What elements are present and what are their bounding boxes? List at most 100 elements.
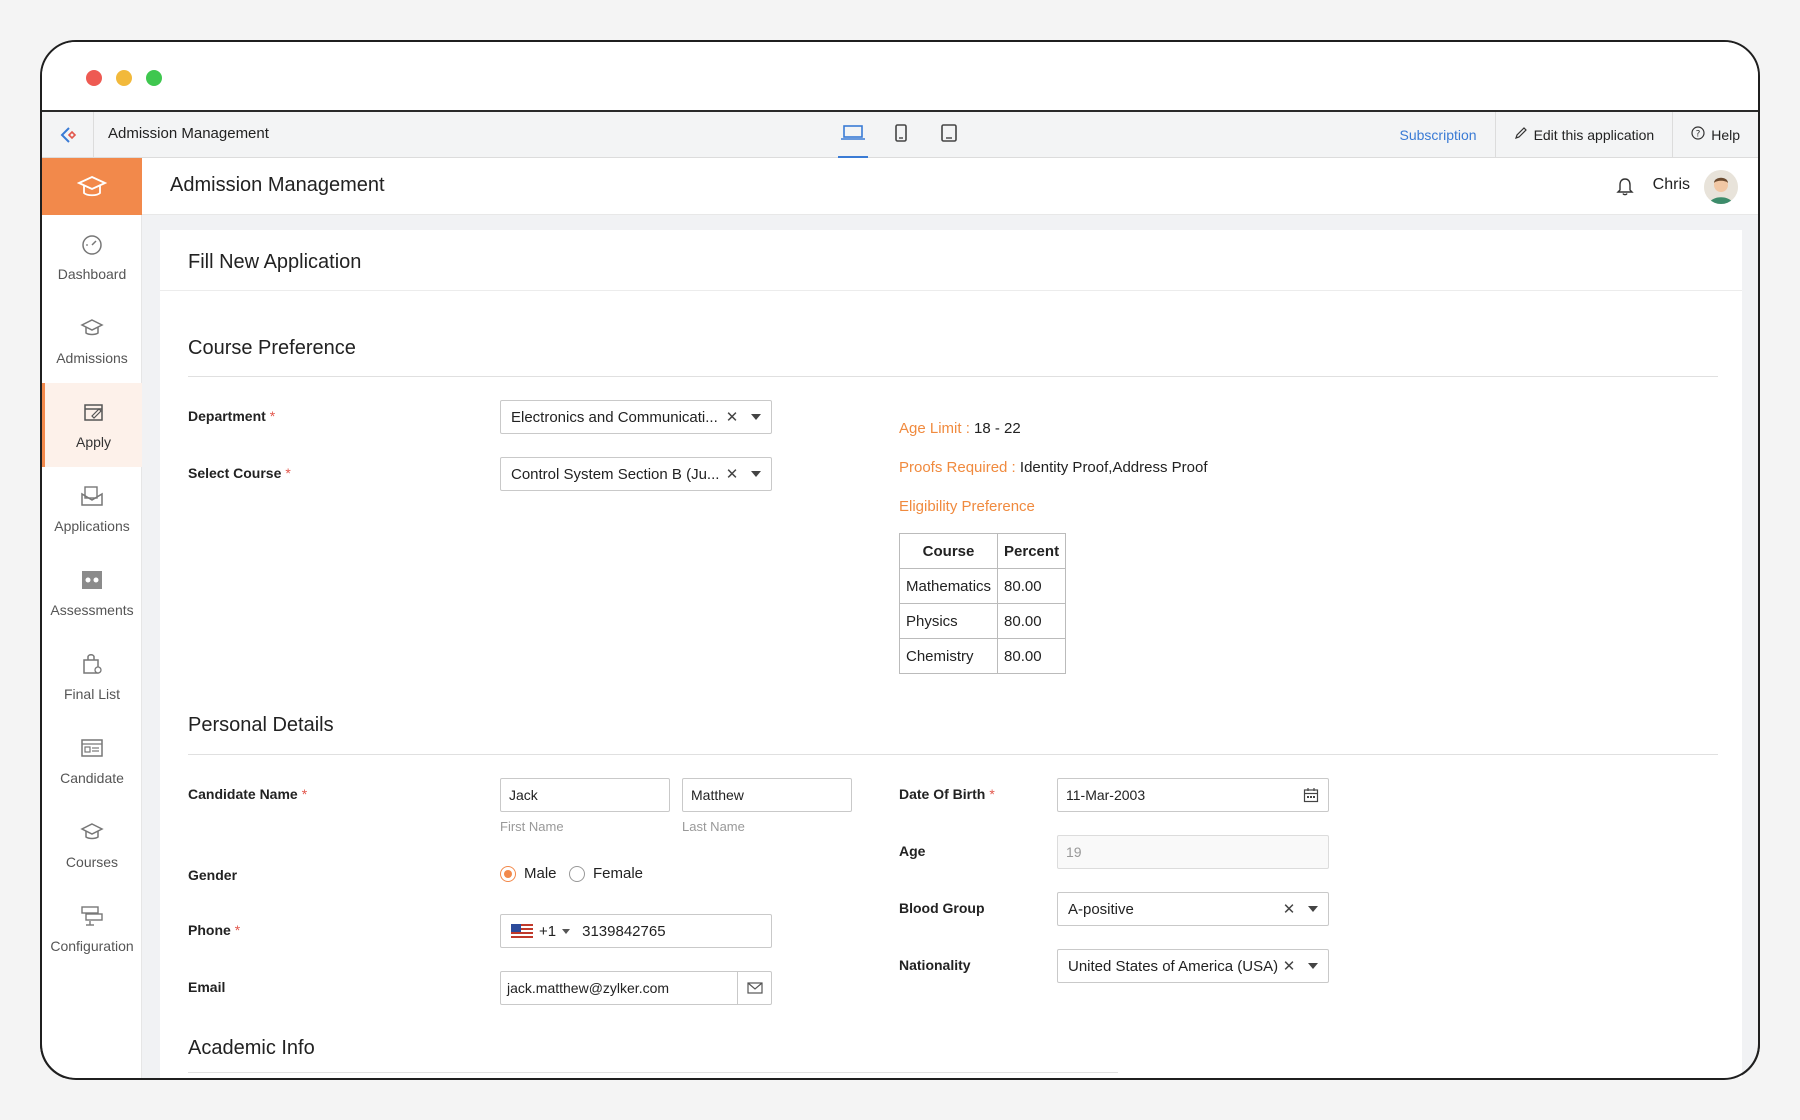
edit-application-button[interactable]: Edit this application: [1494, 112, 1673, 157]
table-header: Course: [898, 533, 999, 569]
help-button[interactable]: ? Help: [1672, 112, 1758, 157]
sidebar-item-applications[interactable]: Applications: [42, 467, 142, 551]
candidate-name-label: Candidate Name *: [188, 786, 308, 802]
table-row: Physics 80.00: [898, 603, 1067, 639]
app-title: Admission Management: [108, 125, 269, 142]
help-label: Help: [1711, 126, 1740, 143]
radio-selected-icon: [500, 865, 516, 882]
course-select[interactable]: Control System Section B (Ju... ✕: [500, 457, 772, 491]
last-name-hint: Last Name: [682, 819, 745, 834]
close-window-dot[interactable]: [86, 70, 102, 86]
gender-male-radio[interactable]: Male: [500, 865, 557, 882]
subscription-link[interactable]: Subscription: [1382, 112, 1495, 157]
clear-icon[interactable]: ✕: [723, 465, 741, 483]
sidebar-item-label: Candidate: [60, 769, 124, 786]
dashboard-icon: [80, 233, 104, 258]
user-name[interactable]: Chris: [1653, 176, 1690, 194]
apply-form-icon: [82, 401, 106, 426]
mobile-view-icon[interactable]: [886, 120, 916, 158]
bell-icon[interactable]: [1616, 176, 1634, 201]
clear-icon[interactable]: ✕: [1280, 957, 1298, 975]
calendar-icon[interactable]: [1294, 787, 1328, 803]
sidebar-item-label: Final List: [63, 685, 121, 702]
proofs-value: Identity Proof,Address Proof: [1019, 459, 1208, 476]
envelope-icon: [80, 485, 104, 510]
nationality-select[interactable]: United States of America (USA) ✕: [1057, 949, 1329, 983]
sidebar-item-label: Assessments: [50, 601, 134, 618]
email-field[interactable]: jack.matthew@zylker.com: [500, 971, 772, 1005]
nationality-value: United States of America (USA): [1068, 957, 1279, 975]
sidebar-item-final-list[interactable]: Final List: [42, 635, 142, 719]
sidebar-item-candidate[interactable]: Candidate: [42, 719, 142, 803]
chevron-down-icon[interactable]: [741, 414, 771, 420]
sidebar-item-apply[interactable]: Apply: [42, 383, 142, 467]
academic-info-heading: Academic Info: [188, 1037, 315, 1059]
device-preview-switch: [838, 120, 964, 158]
chevron-down-icon[interactable]: [1298, 906, 1328, 912]
sidebar-item-label: Applications: [54, 517, 130, 534]
maximize-window-dot[interactable]: [146, 70, 162, 86]
assessment-icon: [80, 569, 104, 594]
table-cell: 80.00: [997, 603, 1067, 639]
candidate-name-label-text: Candidate Name: [188, 786, 298, 802]
age-limit-value: 18 - 22: [974, 420, 1021, 437]
course-label-text: Select Course: [188, 465, 282, 481]
minimize-window-dot[interactable]: [116, 70, 132, 86]
sidebar-item-assessments[interactable]: Assessments: [42, 551, 142, 635]
last-name-input[interactable]: Matthew: [682, 778, 852, 812]
sidebar-item-dashboard[interactable]: Dashboard: [42, 215, 142, 299]
clear-icon[interactable]: ✕: [723, 408, 741, 426]
dob-label-text: Date Of Birth: [899, 786, 986, 802]
sidebar-item-label: Configuration: [50, 937, 134, 954]
blood-group-select[interactable]: A-positive ✕: [1057, 892, 1329, 926]
table-cell: Chemistry: [898, 638, 999, 674]
sidebar: Dashboard Admissions Apply Applications …: [42, 158, 142, 1078]
nationality-label: Nationality: [899, 957, 971, 973]
chevron-down-icon[interactable]: [1298, 963, 1328, 969]
dob-value: 11-Mar-2003: [1066, 787, 1146, 803]
gender-label: Gender: [188, 867, 238, 883]
table-cell: Mathematics: [898, 568, 999, 604]
blood-group-value: A-positive: [1068, 900, 1134, 918]
topbar-actions: Subscription Edit this application ? Hel…: [1382, 112, 1758, 157]
personal-details-heading: Personal Details: [188, 714, 334, 736]
table-header: Percent: [997, 533, 1067, 569]
graduation-cap-icon: [80, 317, 104, 342]
dob-input[interactable]: 11-Mar-2003: [1057, 778, 1329, 812]
sidebar-item-label: Courses: [65, 853, 119, 870]
app-logo-icon[interactable]: [42, 158, 142, 215]
config-icon: [80, 905, 104, 930]
sidebar-item-configuration[interactable]: Configuration: [42, 887, 142, 971]
form-title: Fill New Application: [188, 251, 362, 273]
gender-female-radio[interactable]: Female: [569, 865, 643, 882]
sidebar-item-admissions[interactable]: Admissions: [42, 299, 142, 383]
proofs-label: Proofs Required :: [899, 459, 1016, 476]
phone-number[interactable]: 3139842765: [582, 923, 665, 940]
divider: [188, 376, 1718, 377]
page-title: Admission Management: [170, 174, 385, 196]
chevron-down-icon[interactable]: [741, 471, 771, 477]
radio-unselected-icon: [569, 865, 585, 882]
edit-application-label: Edit this application: [1533, 126, 1655, 143]
course-value: Control System Section B (Ju...: [511, 465, 720, 483]
creator-logo-icon[interactable]: [42, 112, 94, 157]
sidebar-item-courses[interactable]: Courses: [42, 803, 142, 887]
email-label: Email: [188, 979, 226, 995]
course-preference-heading: Course Preference: [188, 337, 356, 359]
first-name-input[interactable]: Jack: [500, 778, 670, 812]
phone-input[interactable]: +1 3139842765: [500, 914, 772, 948]
page-header: Admission Management Chris: [142, 158, 1758, 215]
table-cell: 80.00: [997, 638, 1067, 674]
desktop-view-icon[interactable]: [838, 120, 868, 158]
avatar[interactable]: [1704, 170, 1738, 204]
tablet-view-icon[interactable]: [934, 120, 964, 158]
phone-country-code[interactable]: +1: [539, 923, 556, 940]
first-name-hint: First Name: [500, 819, 564, 834]
table-cell: 80.00: [997, 568, 1067, 604]
clear-icon[interactable]: ✕: [1280, 900, 1298, 918]
department-select[interactable]: Electronics and Communicati... ✕: [500, 400, 772, 434]
chevron-down-icon[interactable]: [562, 928, 571, 934]
dob-label: Date Of Birth *: [899, 786, 995, 802]
bag-icon: [80, 653, 104, 678]
email-value[interactable]: jack.matthew@zylker.com: [501, 980, 737, 996]
